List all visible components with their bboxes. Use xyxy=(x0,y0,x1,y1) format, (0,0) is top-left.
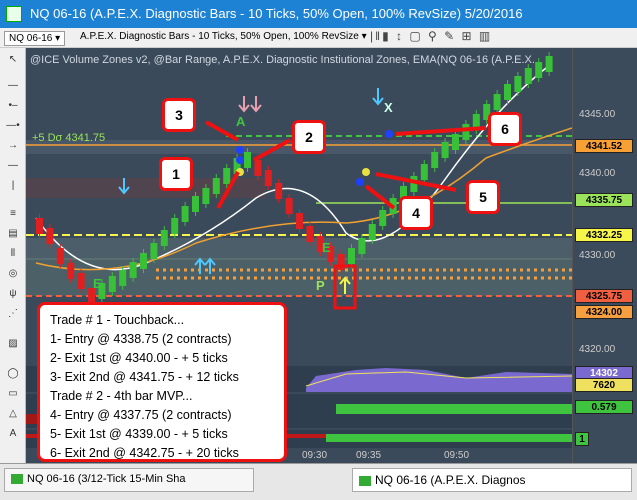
instrument-selector[interactable]: NQ 06-16 ▾ xyxy=(4,31,66,46)
chart-tab-icon xyxy=(11,474,23,485)
window-titlebar: NQ 06-16 (A.P.E.X. Diagnostic Bars - 10 … xyxy=(0,0,637,28)
time-label-0950: 09:50 xyxy=(444,450,470,461)
fib-extension-icon[interactable]: ▤ xyxy=(5,228,21,240)
price-tick: 4330.00 xyxy=(579,250,616,261)
trade-line: 6- Exit 2nd @ 4342.75 - + 20 ticks xyxy=(50,446,239,460)
price-tag-4324: 4324.00 xyxy=(575,305,633,319)
rectangle-icon[interactable]: ▭ xyxy=(5,388,21,400)
down-arrow-icon xyxy=(372,88,384,106)
oscillator-green-bar xyxy=(336,404,572,414)
time-label-0935: 09:35 xyxy=(356,450,382,461)
callout-3: 3 xyxy=(162,98,196,132)
oscillator-tag: 0.579 xyxy=(575,400,633,414)
signal-tag: 1 xyxy=(575,432,589,446)
fib-circle-icon[interactable]: ◎ xyxy=(5,268,21,280)
app-icon xyxy=(6,6,22,22)
callout-arrow-4 xyxy=(364,184,396,210)
bar-letter-e-1: E xyxy=(93,276,102,291)
extended-line-icon[interactable]: —• xyxy=(5,120,21,132)
trade-line: 5- Exit 1st @ 4339.00 - + 5 ticks xyxy=(50,427,228,441)
chart-tab-icon xyxy=(359,475,371,486)
price-tag-4341: 4341.52 xyxy=(575,139,633,153)
tab-label: NQ 06-16 (3/12-Tick 15-Min Sha xyxy=(27,473,186,485)
trade-line: Trade # 2 - 4th bar MVP... xyxy=(50,389,193,403)
line-icon[interactable]: — xyxy=(5,80,21,92)
range-label: +5 Dσ 4341.75 xyxy=(32,132,106,144)
entry-marker-1 xyxy=(236,146,244,154)
volume-zone-middle xyxy=(26,238,572,260)
cursor-icon[interactable]: ↖ xyxy=(5,54,21,66)
entry-marker-4 xyxy=(356,178,364,186)
horizontal-line-icon[interactable]: — xyxy=(5,160,21,172)
gann-fan-icon[interactable]: ⋰ xyxy=(5,308,21,320)
callout-arrow-6 xyxy=(395,126,487,136)
price-tag-4332: 4332.25 xyxy=(575,228,633,242)
trade-line: Trade # 1 - Touchback... xyxy=(50,313,185,327)
description-label: A.P.E.X. Diagnostic Bars - 10 Ticks, 50%… xyxy=(80,31,359,42)
price-tag-4325: 4325.75 xyxy=(575,289,633,303)
fib-time-icon[interactable]: ⦀ xyxy=(5,248,21,260)
bottom-tabbar: NQ 06-16 (3/12-Tick 15-Min Sha NQ 06-16 … xyxy=(0,463,637,500)
price-tag-4335: 4335.75 xyxy=(575,193,633,207)
exit-marker-6 xyxy=(385,130,393,138)
tab-chart-2[interactable]: NQ 06-16 (A.P.E.X. Diagnos xyxy=(352,468,632,492)
bar-letter-a: A xyxy=(236,114,246,129)
price-tick: 4345.00 xyxy=(579,109,616,120)
callout-arrow-3 xyxy=(205,120,239,142)
trade-notes: Trade # 1 - Touchback... 1- Entry @ 4338… xyxy=(37,302,287,462)
exit-marker-2 xyxy=(236,156,244,164)
text-icon[interactable]: A xyxy=(5,428,21,440)
window-title: NQ 06-16 (A.P.E.X. Diagnostic Bars - 10 … xyxy=(30,6,523,21)
exit-marker-5 xyxy=(362,168,370,176)
instrument-label: NQ 06-16 xyxy=(9,33,53,44)
fib-icon[interactable]: ≡ xyxy=(5,208,21,220)
ellipse-icon[interactable]: ◯ xyxy=(5,368,21,380)
indicator-header: @ICE Volume Zones v2, @Bar Range, A.P.E.… xyxy=(30,54,535,66)
price-axis[interactable]: 4345.00 4340.00 4330.00 4320.00 4341.52 … xyxy=(572,48,637,463)
volume-ema-tag: 7620 xyxy=(575,378,633,392)
triangle-icon[interactable]: △ xyxy=(5,408,21,420)
arrow-line-icon[interactable]: → xyxy=(5,140,21,152)
down-arrow-pink-icon-2 xyxy=(250,96,262,113)
callout-5: 5 xyxy=(466,180,500,214)
bar-letter-x: X xyxy=(384,100,393,115)
drawing-tools-panel: ↖ — •– —• → — | ≡ ▤ ⦀ ◎ ψ ⋰ ▨ ◯ ▭ △ A xyxy=(0,48,26,463)
vertical-line-icon[interactable]: | xyxy=(5,180,21,192)
trade-line: 3- Exit 2nd @ 4341.75 - + 12 ticks xyxy=(50,370,239,384)
regression-icon[interactable]: ▨ xyxy=(5,338,21,350)
callout-6: 6 xyxy=(488,112,522,146)
signal-green-bar xyxy=(326,434,572,442)
chart-toolbar: NQ 06-16 ▾ A.P.E.X. Diagnostic Bars - 10… xyxy=(0,28,637,48)
price-tick: 4340.00 xyxy=(579,168,616,179)
chart-description[interactable]: A.P.E.X. Diagnostic Bars - 10 Ticks, 50%… xyxy=(80,31,367,42)
trade-line: 2- Exit 1st @ 4340.00 - + 5 ticks xyxy=(50,351,228,365)
ray-icon[interactable]: •– xyxy=(5,100,21,112)
callout-2: 2 xyxy=(292,120,326,154)
trade-line: 4- Entry @ 4337.75 (2 contracts) xyxy=(50,408,232,422)
tab-chart-1[interactable]: NQ 06-16 (3/12-Tick 15-Min Sha xyxy=(4,468,254,492)
time-label-0930: 09:30 xyxy=(302,450,328,461)
toolbar-icons[interactable]: |‖▮ ↕ ▢ ⚲ ✎ ⊞ ▥ xyxy=(370,29,492,43)
bar-letter-p: P xyxy=(316,278,325,293)
tab-label: NQ 06-16 (A.P.E.X. Diagnos xyxy=(375,473,526,487)
price-tick: 4320.00 xyxy=(579,344,616,355)
down-arrow-pink-icon xyxy=(238,96,250,113)
bar-letter-e-2: E xyxy=(322,240,331,255)
callout-1: 1 xyxy=(159,157,193,191)
trade-line: 1- Entry @ 4338.75 (2 contracts) xyxy=(50,332,232,346)
andrews-pitchfork-icon[interactable]: ψ xyxy=(5,288,21,300)
callout-4: 4 xyxy=(399,196,433,230)
